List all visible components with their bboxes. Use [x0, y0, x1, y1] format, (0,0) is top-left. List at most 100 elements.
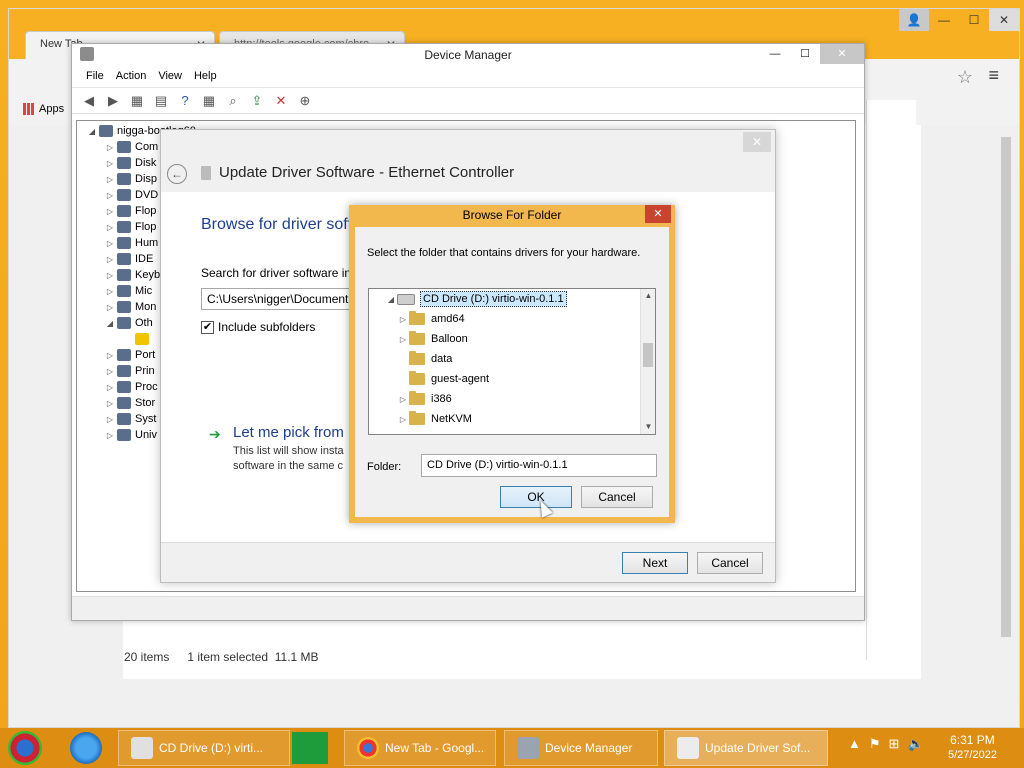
tree-expander-icon[interactable]: ▷ — [103, 207, 117, 216]
folder-tree-item[interactable]: data — [397, 349, 452, 369]
device-tree-item[interactable]: ◢ Oth — [103, 315, 153, 331]
folder-field[interactable]: CD Drive (D:) virtio-win-0.1.1 — [421, 454, 657, 477]
device-tree-item[interactable] — [121, 331, 153, 347]
apps-shortcut[interactable]: Apps — [23, 103, 64, 115]
device-tree-item[interactable]: ▷ Disk — [103, 155, 156, 171]
tree-expander-icon[interactable]: ▷ — [103, 399, 117, 408]
scroll-down-icon[interactable]: ▼ — [641, 420, 655, 434]
tree-expander-icon[interactable]: ▷ — [103, 431, 117, 440]
tree-expander-icon[interactable]: ▷ — [103, 271, 117, 280]
device-tree-item[interactable]: ▷ DVD — [103, 187, 158, 203]
network-icon[interactable]: ⊞ — [889, 736, 900, 752]
taskbar-item-cd-drive[interactable]: CD Drive (D:) virti... — [118, 730, 290, 766]
minimize-icon[interactable]: — — [760, 44, 790, 64]
tree-expander-icon[interactable]: ▷ — [397, 415, 409, 424]
back-arrow-icon[interactable]: ◀ — [80, 92, 98, 110]
view-icon[interactable]: ▦ — [200, 92, 218, 110]
tree-expander-icon[interactable]: ▷ — [103, 383, 117, 392]
taskbar-item-device-manager[interactable]: Device Manager — [504, 730, 658, 766]
internet-explorer-icon[interactable] — [70, 732, 102, 764]
include-subfolders-checkbox[interactable]: ✔ Include subfolders — [201, 320, 315, 334]
drive-tree-item[interactable]: ◢ CD Drive (D:) virtio-win-0.1.1 — [385, 289, 567, 309]
close-icon[interactable]: ✕ — [820, 44, 864, 64]
enable-device-icon[interactable]: ⊕ — [296, 92, 314, 110]
forward-arrow-icon[interactable]: ▶ — [104, 92, 122, 110]
close-icon[interactable]: ✕ — [743, 132, 771, 152]
tree-expander-icon[interactable]: ▷ — [103, 415, 117, 424]
scroll-up-icon[interactable]: ▲ — [641, 289, 655, 303]
bookmark-star-icon[interactable]: ☆ — [957, 67, 973, 88]
tree-expander-icon[interactable]: ◢ — [385, 295, 397, 304]
tree-expander-icon[interactable]: ▷ — [103, 367, 117, 376]
tree-expander-icon[interactable]: ▷ — [103, 351, 117, 360]
uninstall-icon[interactable]: ✕ — [272, 92, 290, 110]
next-button[interactable]: Next — [622, 552, 688, 574]
device-tree-item[interactable]: ▷ Hum — [103, 235, 158, 251]
menu-view[interactable]: View — [152, 66, 188, 87]
user-icon[interactable]: 👤 — [899, 9, 929, 31]
tree-expander-icon[interactable]: ▷ — [103, 175, 117, 184]
tree-expander-icon[interactable]: ▷ — [397, 335, 409, 344]
folder-tree-item[interactable]: ▷ i386 — [397, 389, 452, 409]
device-tree-item[interactable]: ▷ IDE — [103, 251, 153, 267]
taskbar-item-chrome[interactable]: New Tab - Googl... — [344, 730, 496, 766]
properties-grid-icon[interactable]: ▦ — [128, 92, 146, 110]
tree-expander-icon[interactable]: ▷ — [103, 159, 117, 168]
menu-action[interactable]: Action — [110, 66, 153, 87]
device-tree-item[interactable]: ▷ Proc — [103, 379, 158, 395]
cancel-button[interactable]: Cancel — [581, 486, 653, 508]
volume-icon[interactable]: 🔈 — [907, 736, 923, 752]
tree-expander-icon[interactable]: ◢ — [103, 319, 117, 328]
tree-expander-icon[interactable]: ▷ — [397, 395, 409, 404]
tree-expander-icon[interactable]: ▷ — [103, 239, 117, 248]
help-icon[interactable]: ? — [176, 92, 194, 110]
folder-tree-item[interactable]: ▷ amd64 — [397, 309, 465, 329]
scroll-thumb[interactable] — [643, 343, 653, 367]
device-tree-item[interactable]: ▷ Univ — [103, 427, 157, 443]
device-tree-item[interactable]: ▷ Keyb — [103, 267, 160, 283]
tree-expander-icon[interactable]: ▷ — [103, 287, 117, 296]
back-arrow-icon[interactable]: ← — [167, 164, 187, 184]
device-tree-item[interactable]: ▷ Port — [103, 347, 155, 363]
cancel-button[interactable]: Cancel — [697, 552, 763, 574]
menu-file[interactable]: File — [80, 66, 110, 87]
tree-expander-icon[interactable]: ◢ — [85, 127, 99, 136]
minimize-icon[interactable]: — — [929, 9, 959, 31]
taskbar-item-update-driver[interactable]: Update Driver Sof... — [664, 730, 828, 766]
document-icon[interactable]: ▤ — [152, 92, 170, 110]
tree-scrollbar[interactable]: ▲ ▼ — [640, 289, 655, 434]
tree-expander-icon[interactable]: ▷ — [103, 143, 117, 152]
flag-icon[interactable]: ⚑ — [869, 736, 881, 752]
device-tree-item[interactable]: ▷ Flop — [103, 203, 156, 219]
chrome-scrollbar[interactable] — [1001, 137, 1011, 637]
store-icon[interactable] — [292, 732, 328, 764]
tree-expander-icon[interactable]: ▷ — [103, 223, 117, 232]
device-tree-item[interactable]: ▷ Com — [103, 139, 158, 155]
device-tree-item[interactable]: ▷ Mic — [103, 283, 152, 299]
chevron-up-icon[interactable]: ▲ — [848, 736, 861, 752]
tree-expander-icon[interactable]: ▷ — [103, 255, 117, 264]
tree-expander-icon[interactable]: ▷ — [397, 315, 409, 324]
scan-hardware-icon[interactable]: ⌕ — [224, 92, 242, 110]
close-icon[interactable]: ✕ — [989, 9, 1019, 31]
device-tree-item[interactable]: ▷ Flop — [103, 219, 156, 235]
device-tree-item[interactable]: ▷ Mon — [103, 299, 156, 315]
maximize-icon[interactable]: ☐ — [790, 44, 820, 64]
device-tree-item[interactable]: ▷ Prin — [103, 363, 155, 379]
device-tree-item[interactable]: ▷ Stor — [103, 395, 155, 411]
clock[interactable]: 6:31 PM 5/27/2022 — [948, 733, 997, 763]
checkbox-checked-icon[interactable]: ✔ — [201, 320, 214, 334]
menu-help[interactable]: Help — [188, 66, 223, 87]
chrome-menu-icon[interactable]: ≡ — [988, 65, 999, 86]
device-tree-item[interactable]: ▷ Syst — [103, 411, 156, 427]
tree-expander-icon[interactable]: ▷ — [103, 191, 117, 200]
device-tree-item[interactable]: ▷ Disp — [103, 171, 157, 187]
pick-from-list-link[interactable]: Let me pick from — [233, 424, 344, 441]
update-driver-icon[interactable]: ⇪ — [248, 92, 266, 110]
tree-expander-icon[interactable]: ▷ — [103, 303, 117, 312]
folder-tree-item[interactable]: ▷ Balloon — [397, 329, 468, 349]
start-button[interactable] — [8, 731, 42, 765]
folder-tree-item[interactable]: guest-agent — [397, 369, 489, 389]
folder-tree-item[interactable]: ▷ NetKVM — [397, 409, 472, 429]
close-icon[interactable]: ✕ — [645, 205, 671, 223]
